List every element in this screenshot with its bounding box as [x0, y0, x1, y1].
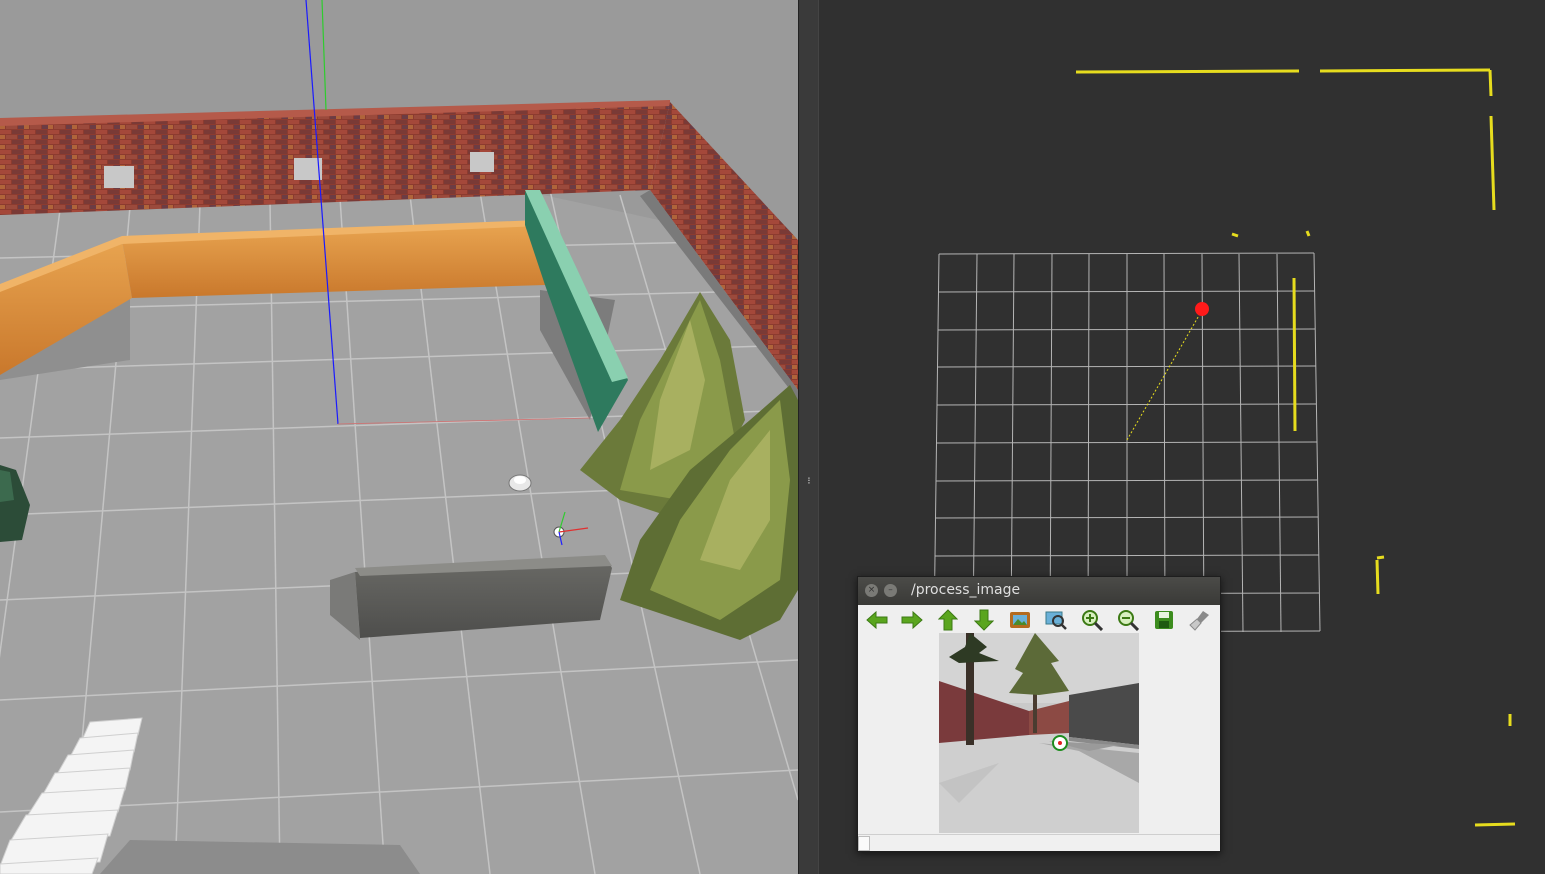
arrow-up-icon[interactable] — [937, 609, 959, 631]
zoom-in-icon[interactable] — [1081, 609, 1103, 631]
y-axis-line — [321, 0, 327, 111]
wall-window — [104, 166, 134, 188]
window-title: /process_image — [911, 582, 1021, 598]
arrow-right-icon[interactable] — [901, 609, 923, 631]
arrow-left-icon[interactable] — [866, 609, 888, 631]
zoom-out-icon[interactable] — [1117, 609, 1139, 631]
status-field — [858, 836, 870, 851]
image-toolbar — [858, 605, 1220, 633]
zoom-fit-icon[interactable] — [1045, 609, 1067, 631]
close-icon[interactable]: × — [865, 584, 878, 597]
wall-window — [470, 152, 494, 172]
clear-icon[interactable] — [1189, 609, 1211, 631]
camera-image[interactable] — [939, 633, 1139, 833]
simulation-viewport[interactable] — [0, 0, 798, 874]
app-root: ⁝ × – /process_image — [0, 0, 1545, 874]
panel-splitter[interactable]: ⁝ — [798, 0, 819, 874]
arrow-down-icon[interactable] — [973, 609, 995, 631]
window-titlebar[interactable]: × – /process_image — [858, 577, 1220, 605]
goal-marker[interactable] — [1195, 302, 1209, 316]
image-icon[interactable] — [1009, 609, 1031, 631]
save-icon[interactable] — [1153, 609, 1175, 631]
grip-icon[interactable]: ⁝ — [806, 477, 812, 492]
status-bar — [858, 834, 1220, 851]
simulation-scene — [0, 0, 798, 874]
minimize-icon[interactable]: – — [884, 584, 897, 597]
image-viewer-window[interactable]: × – /process_image — [857, 576, 1221, 852]
